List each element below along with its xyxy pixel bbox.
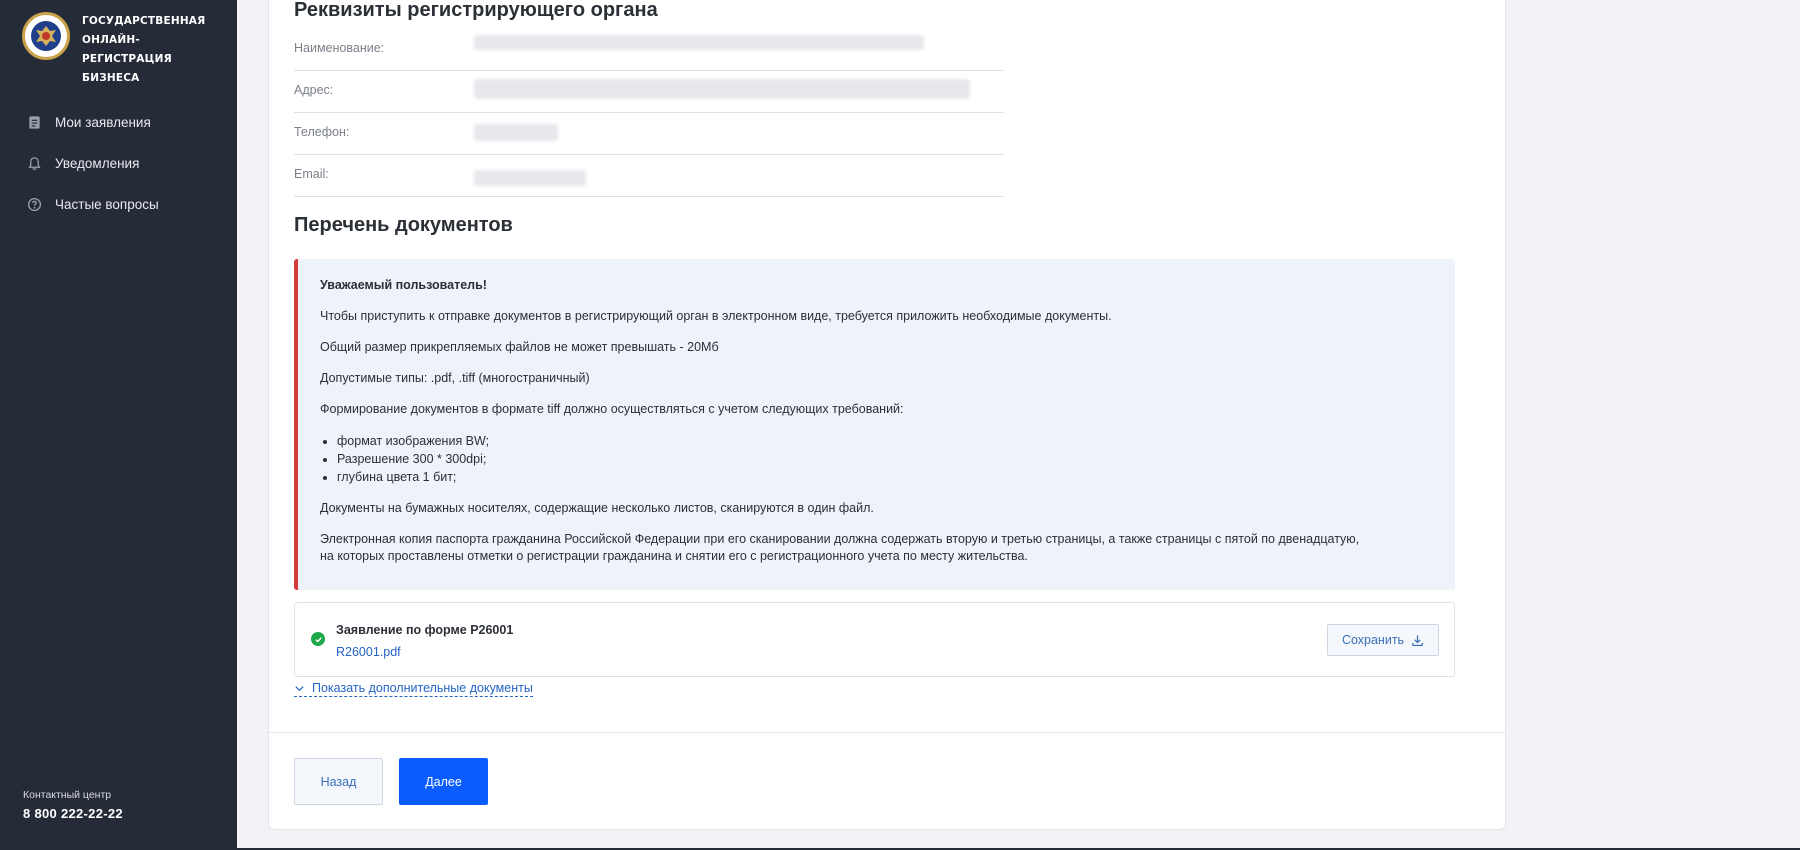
registrar-title: Реквизиты регистрирующего органа bbox=[294, 0, 658, 21]
redacted-value bbox=[474, 79, 970, 99]
notice-text: Документы на бумажных носителях, содержа… bbox=[320, 501, 874, 515]
document-name: Заявление по форме Р26001 bbox=[336, 623, 514, 637]
save-button[interactable]: Сохранить bbox=[1327, 624, 1439, 656]
document-item: Заявление по форме Р26001 R26001.pdf Сох… bbox=[294, 602, 1455, 677]
bell-icon bbox=[26, 156, 42, 172]
list-item: формат изображения BW; bbox=[337, 432, 1433, 450]
registrar-row-name: Наименование: bbox=[294, 29, 1004, 71]
field-label: Адрес: bbox=[294, 83, 334, 97]
check-circle-icon bbox=[311, 632, 325, 646]
sidebar-nav: Мои заявления Уведомления Частые вопросы bbox=[0, 102, 237, 225]
contact-label: Контактный центр bbox=[23, 789, 112, 801]
field-label: Email: bbox=[294, 167, 329, 181]
emblem-icon bbox=[22, 12, 70, 60]
registrar-details: Наименование: Адрес: Телефон: Email: bbox=[294, 29, 1004, 197]
sidebar-item-faq[interactable]: Частые вопросы bbox=[0, 184, 237, 225]
show-more-documents-link[interactable]: Показать дополнительные документы bbox=[294, 681, 533, 697]
divider bbox=[269, 732, 1505, 733]
document-list-icon bbox=[26, 115, 42, 131]
logo-text: ГОСУДАРСТВЕННАЯ ОНЛАЙН-РЕГИСТРАЦИЯ БИЗНЕ… bbox=[82, 12, 222, 88]
redacted-value bbox=[474, 35, 924, 50]
main-card: Реквизиты регистрирующего органа Наимено… bbox=[268, 0, 1506, 830]
redacted-value bbox=[474, 124, 558, 141]
field-label: Телефон: bbox=[294, 125, 350, 139]
registrar-row-email: Email: bbox=[294, 155, 1004, 197]
redacted-value bbox=[474, 170, 586, 186]
document-file-link[interactable]: R26001.pdf bbox=[336, 645, 401, 659]
logo[interactable]: ГОСУДАРСТВЕННАЯ ОНЛАЙН-РЕГИСТРАЦИЯ БИЗНЕ… bbox=[22, 12, 222, 88]
notice-text: Формирование документов в формате tiff д… bbox=[320, 402, 904, 416]
download-icon bbox=[1412, 634, 1423, 646]
registrar-row-address: Адрес: bbox=[294, 71, 1004, 113]
list-item: Разрешение 300 * 300dpi; bbox=[337, 450, 1433, 468]
contact-center: Контактный центр 8 800 222-22-22 bbox=[23, 789, 123, 821]
sidebar-item-label: Уведомления bbox=[55, 156, 140, 171]
next-button[interactable]: Далее bbox=[399, 758, 488, 805]
notice-box: Уважаемый пользователь! Чтобы приступить… bbox=[294, 259, 1455, 590]
sidebar-item-label: Мои заявления bbox=[55, 115, 151, 130]
sidebar-item-label: Частые вопросы bbox=[55, 197, 159, 212]
contact-phone[interactable]: 8 800 222-22-22 bbox=[23, 806, 123, 821]
notice-text: Общий размер прикрепляемых файлов не мож… bbox=[320, 340, 719, 354]
documents-title: Перечень документов bbox=[294, 214, 513, 236]
requirements-list: формат изображения BW; Разрешение 300 * … bbox=[337, 432, 1433, 486]
logo-line-1: ГОСУДАРСТВЕННАЯ bbox=[82, 15, 206, 27]
sidebar: ГОСУДАРСТВЕННАЯ ОНЛАЙН-РЕГИСТРАЦИЯ БИЗНЕ… bbox=[0, 0, 237, 850]
notice-text: Чтобы приступить к отправке документов в… bbox=[320, 309, 1112, 323]
sidebar-item-my-applications[interactable]: Мои заявления bbox=[0, 102, 237, 143]
notice-heading: Уважаемый пользователь! bbox=[320, 278, 487, 292]
field-label: Наименование: bbox=[294, 41, 385, 55]
list-item: глубина цвета 1 бит; bbox=[337, 468, 1433, 486]
show-more-label: Показать дополнительные документы bbox=[312, 681, 533, 695]
notice-text: Электронная копия паспорта гражданина Ро… bbox=[320, 532, 1360, 563]
registrar-row-phone: Телефон: bbox=[294, 113, 1004, 155]
back-button[interactable]: Назад bbox=[294, 758, 383, 805]
notice-text: Допустимые типы: .pdf, .tiff (многостран… bbox=[320, 371, 590, 385]
chevron-down-icon bbox=[295, 685, 304, 691]
save-button-label: Сохранить bbox=[1341, 633, 1405, 647]
logo-line-2: ОНЛАЙН-РЕГИСТРАЦИЯ bbox=[82, 34, 172, 65]
logo-line-3: БИЗНЕСА bbox=[82, 72, 140, 84]
question-circle-icon bbox=[26, 197, 42, 213]
sidebar-item-notifications[interactable]: Уведомления bbox=[0, 143, 237, 184]
